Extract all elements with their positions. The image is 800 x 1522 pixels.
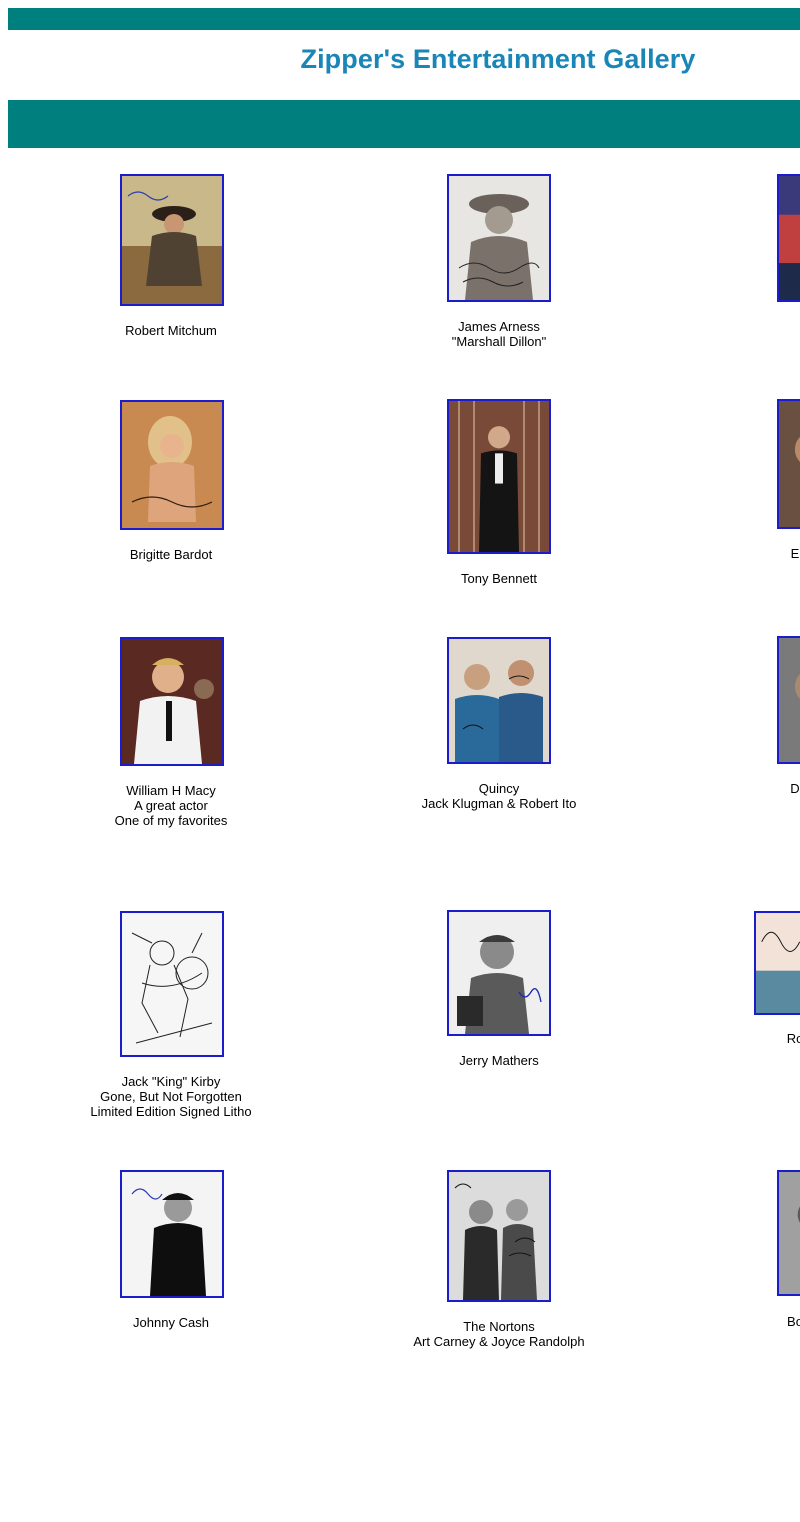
photo-item-9[interactable]: [777, 636, 800, 764]
page-title: Zipper's Entertainment Gallery: [300, 44, 696, 74]
caption-tony-bennett: Tony Bennett: [461, 571, 537, 586]
caption-the-nortons: The Nortons Art Carney & Joyce Randolph: [413, 1319, 585, 1349]
caption-item-9: D: [790, 781, 800, 796]
caption-brigitte-bardot: Brigitte Bardot: [129, 547, 213, 562]
photo-quincy[interactable]: [447, 637, 551, 764]
photo-jack-kirby[interactable]: [120, 911, 224, 1057]
photo-brigitte-bardot[interactable]: [120, 400, 224, 530]
caption-jerry-mathers: Jerry Mathers: [459, 1053, 539, 1068]
photo-item-15[interactable]: [777, 1170, 800, 1296]
caption-jack-kirby: Jack "King" Kirby Gone, But Not Forgotte…: [90, 1074, 252, 1119]
caption-item-12: Ro: [786, 1031, 800, 1046]
caption-item-6: E: [790, 546, 800, 561]
header-banner-bar: [8, 100, 800, 148]
photo-item-12[interactable]: [754, 911, 800, 1015]
photo-james-arness[interactable]: [447, 174, 551, 302]
photo-tony-bennett[interactable]: [447, 399, 551, 554]
caption-william-h-macy: William H Macy A great actor One of my f…: [114, 783, 228, 828]
caption-item-15: Bo: [787, 1314, 800, 1329]
photo-robert-mitchum[interactable]: [120, 174, 224, 306]
caption-james-arness: James Arness "Marshall Dillon": [451, 319, 547, 349]
top-banner-bar: [8, 8, 800, 30]
photo-the-nortons[interactable]: [447, 1170, 551, 1302]
caption-robert-mitchum: Robert Mitchum: [125, 323, 217, 338]
photo-johnny-cash[interactable]: [120, 1170, 224, 1298]
photo-william-h-macy[interactable]: [120, 637, 224, 766]
caption-johnny-cash: Johnny Cash: [133, 1315, 209, 1330]
photo-item-3[interactable]: [777, 174, 800, 302]
caption-quincy: Quincy Jack Klugman & Robert Ito: [421, 781, 577, 811]
photo-jerry-mathers[interactable]: [447, 910, 551, 1036]
photo-item-6[interactable]: [777, 399, 800, 529]
